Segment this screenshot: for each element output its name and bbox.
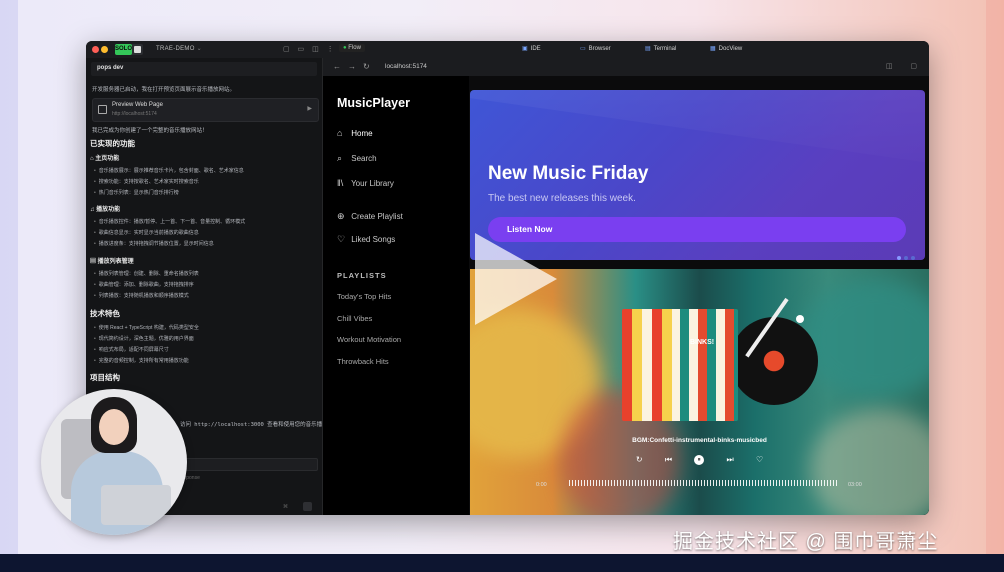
app-brand: MusicPlayer (337, 96, 410, 110)
tech-heading: 技术特色 (90, 309, 120, 318)
features-heading: 已实现的功能 (90, 139, 135, 148)
browser-toolbar: ← → ↻ localhost:5174 ◫ ▢ (323, 58, 929, 77)
plus-circle-icon: ⊕ (337, 211, 345, 221)
vinyl-record (730, 317, 818, 405)
structure-heading: 项目结构 (90, 373, 120, 382)
watermark-text: 掘金技术社区 @ 围巾哥萧尘 (673, 531, 939, 553)
play-pause-button[interactable]: ⏸ (694, 455, 705, 465)
chevron-down-icon: ⌄ (196, 46, 202, 52)
next-button[interactable]: ⏭ (727, 455, 734, 465)
browser-icon: ▭ (580, 46, 586, 52)
waveform-progress[interactable] (569, 475, 839, 491)
minimize-window-button[interactable] (101, 46, 108, 53)
chat-header: pops dev (91, 62, 317, 76)
back-button[interactable]: ← (333, 62, 341, 71)
heart-icon: ♡ (337, 234, 346, 244)
attach-icon[interactable]: ⌘ (283, 504, 288, 510)
list-item: 播放列表管理：创建、删除、重命名播放列表 (94, 270, 199, 277)
section-heading: ♫ 播放功能 (90, 207, 121, 213)
tab-terminal[interactable]: ▤ Terminal (645, 45, 676, 52)
list-item: 使用 React + TypeScript 构建，代码类型安全 (94, 324, 199, 331)
ide-icon: ▣ (522, 46, 528, 52)
video-play-icon[interactable] (475, 233, 557, 325)
cover-text: BINKS! (690, 339, 715, 346)
terminal-icon: ▤ (645, 46, 651, 52)
preview-card-url: http://localhost:5174 (112, 111, 157, 117)
list-item: 歌曲管理：添加、删除歌曲，支持拖拽排序 (94, 281, 194, 288)
search-icon: ⌕ (337, 153, 343, 163)
like-button[interactable]: ♡ (756, 455, 763, 464)
open-arrow-icon: ▶ (307, 106, 312, 112)
playlist-item[interactable]: Workout Motivation (337, 335, 401, 344)
browser-panel: ← → ↻ localhost:5174 ◫ ▢ MusicPlayer ⌂ H… (323, 58, 929, 515)
nav-library[interactable]: ‖\ Your Library (337, 178, 394, 188)
reload-button[interactable]: ↻ (363, 62, 370, 71)
list-item: 歌曲信息显示：实时显示当前播放的歌曲信息 (94, 229, 199, 236)
localhost-instruction: 访问 http://localhost:3000 查看和使用您的音乐播 (180, 422, 323, 428)
webcam-overlay (41, 389, 187, 535)
list-item: 搜索功能：支持按歌名、艺术家实时搜索音乐 (94, 178, 199, 185)
playlist-item[interactable]: Today's Top Hits (337, 292, 391, 301)
playlists-heading: PLAYLISTS (337, 271, 387, 280)
docview-icon: ▦ (710, 46, 716, 52)
player-controls: ↻ ⏮ ⏸ ⏭ ♡ (470, 455, 929, 465)
send-button[interactable] (303, 502, 312, 511)
music-player-app: MusicPlayer ⌂ Home ⌕ Search ‖\ Your Libr… (323, 76, 929, 515)
section-heading: ▤ 播放列表管理 (90, 259, 134, 265)
elapsed-time: 0:00 (536, 482, 547, 488)
titlebar-toolbar-icons[interactable]: ▢ ▭ ◫ ⋮ (283, 45, 337, 53)
flow-button[interactable]: ● Flow (339, 44, 365, 52)
flow-status-icon: ● (343, 45, 347, 51)
chat-message: 开发服务器已启动，我在打开预览页面展示音乐播放网站。 (92, 87, 236, 93)
playlist-item[interactable]: Chill Vibes (337, 314, 372, 323)
list-item: 音乐播放控件：播放/暂停、上一首、下一首、音量控制、循环模式 (94, 218, 245, 225)
list-item: 音乐播放展示：展示推荐音乐卡片，包含封面、歌名、艺术家信息 (94, 167, 244, 174)
track-title: BGM:Confetti-instrumental-binks-musicbed (632, 437, 767, 444)
chat-icon (134, 46, 141, 53)
list-item: 现代简约设计，深色主题，优雅的用户界面 (94, 335, 194, 342)
address-bar[interactable]: localhost:5174 (385, 63, 427, 70)
list-item: 响应式布局，适配不同屏幕尺寸 (94, 346, 169, 353)
home-icon: ⌂ (337, 128, 343, 138)
forward-button[interactable]: → (348, 62, 356, 71)
previous-button[interactable]: ⏮ (665, 455, 672, 465)
tab-browser[interactable]: ▭ Browser (580, 45, 611, 52)
preview-web-page-card[interactable]: Preview Web Page http://localhost:5174 ▶ (92, 98, 319, 122)
browser-window-icons[interactable]: ◫ ▢ (886, 62, 925, 70)
nav-home[interactable]: ⌂ Home (337, 128, 373, 138)
library-icon: ‖\ (337, 178, 344, 188)
playlist-item[interactable]: Throwback Hits (337, 357, 389, 366)
app-sidebar: MusicPlayer ⌂ Home ⌕ Search ‖\ Your Libr… (323, 76, 469, 515)
nav-create-playlist[interactable]: ⊕ Create Playlist (337, 211, 403, 222)
list-item: 热门音乐列表：显示热门音乐排行榜 (94, 189, 179, 196)
video-bottom-band (0, 554, 1004, 572)
preview-card-title: Preview Web Page (112, 102, 163, 108)
duration-time: 03:00 (848, 482, 862, 488)
section-heading: ⌂ 主页功能 (90, 156, 120, 162)
solo-badge-label: SOLO (115, 44, 132, 55)
tab-ide[interactable]: ▣ IDE (522, 45, 541, 52)
chat-summary: 我已完成为你创建了一个完整的音乐播放网站！ (92, 128, 208, 134)
nav-liked-songs[interactable]: ♡ Liked Songs (337, 234, 395, 245)
album-cover: BINKS! (622, 309, 738, 421)
web-preview-icon (98, 105, 107, 114)
close-window-button[interactable] (92, 46, 99, 53)
window-titlebar: SOLO TRAE-DEMO ⌄ ▢ ▭ ◫ ⋮ ● Flow ▣ IDE ▭ Br… (86, 41, 929, 59)
list-item: 播放进度条：支持拖拽调节播放位置，显示时间信息 (94, 240, 214, 247)
hero-title: New Music Friday (488, 163, 649, 184)
list-icon: ▤ (90, 259, 98, 265)
project-name[interactable]: TRAE-DEMO ⌄ (156, 45, 202, 52)
tab-docview[interactable]: ▦ DocView (710, 45, 742, 52)
carousel-dots[interactable] (894, 247, 915, 260)
repeat-button[interactable]: ↻ (636, 455, 643, 464)
list-item: 完整的音频控制，支持所有常用播放功能 (94, 357, 189, 364)
hero-subtitle: The best new releases this week. (488, 193, 636, 204)
list-item: 列表播放：支持随机播放和顺序播放模式 (94, 292, 189, 299)
nav-search[interactable]: ⌕ Search (337, 153, 377, 164)
solo-badge[interactable]: SOLO (115, 44, 143, 55)
